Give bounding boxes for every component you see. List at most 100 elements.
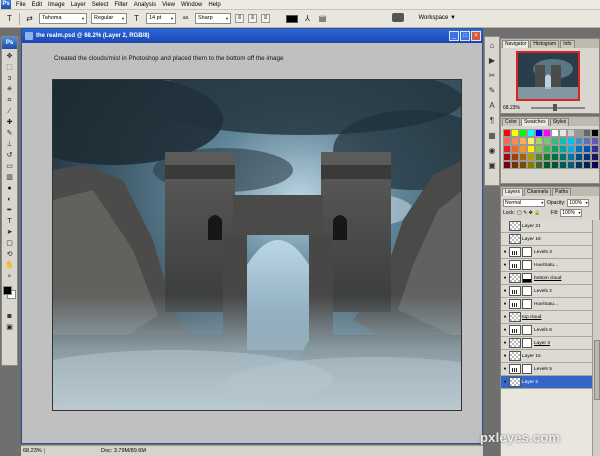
tab-info[interactable]: Info [560,40,575,48]
tool-presets-icon[interactable]: ✂ [485,69,499,82]
color-swatch[interactable] [519,129,527,137]
layer-mask-thumbnail[interactable] [522,286,532,296]
menu-view[interactable]: View [159,0,178,10]
color-swatch[interactable] [519,161,527,169]
menu-file[interactable]: File [13,0,29,10]
visibility-eye-icon[interactable]: ● [501,353,509,359]
history-brush-tool-icon[interactable]: ↺ [2,150,17,161]
layers-scrollbar-thumb[interactable] [594,340,600,400]
quick-mask-icon[interactable]: ◙ [2,311,17,322]
tab-styles[interactable]: Styles [549,118,570,126]
visibility-eye-icon[interactable]: ● [501,366,509,372]
zoom-slider-handle[interactable] [553,104,557,111]
layer-row[interactable]: ● Hue/Satu... [501,298,592,311]
hand-tool-icon[interactable]: ✋ [2,260,17,271]
visibility-eye-icon[interactable]: ● [501,275,509,281]
layer-row[interactable]: ● Levels 3 [501,246,592,259]
eraser-tool-icon[interactable]: ▭ [2,161,17,172]
layers-scrollbar[interactable] [592,220,600,456]
layer-mask-thumbnail[interactable] [522,247,532,257]
color-swatch[interactable] [503,137,511,145]
history-icon[interactable]: ⌂ [485,39,499,52]
visibility-eye-icon[interactable]: ● [501,262,509,268]
image-canvas[interactable] [52,79,462,411]
blur-tool-icon[interactable]: ● [2,183,17,194]
visibility-eye-icon[interactable]: ● [501,379,509,385]
color-swatch[interactable] [559,161,567,169]
color-swatch[interactable] [511,137,519,145]
visibility-eye-icon[interactable]: ● [501,288,509,294]
document-titlebar[interactable]: the realm.psd @ 68.2% (Layer 2, RGB/8) _… [22,29,482,43]
close-button[interactable]: × [471,31,481,41]
color-swatch[interactable] [535,129,543,137]
color-swatch[interactable] [551,129,559,137]
color-swatch[interactable] [543,145,551,153]
zoom-level[interactable]: 68.23% [21,448,45,454]
visibility-eye-icon[interactable]: ● [501,314,509,320]
text-color-swatch[interactable] [286,14,298,23]
color-swatch[interactable] [551,137,559,145]
color-swatch[interactable] [591,145,599,153]
layer-mask-thumbnail[interactable] [522,273,532,283]
color-swatch[interactable] [583,129,591,137]
font-family-select[interactable]: Tahoma [39,13,87,24]
color-swatch[interactable] [559,153,567,161]
color-swatch[interactable] [575,153,583,161]
antialias-select[interactable]: Sharp [195,13,231,24]
tab-swatches[interactable]: Swatches [520,118,549,126]
minimize-button[interactable]: _ [449,31,459,41]
actions-icon[interactable]: ▶ [485,54,499,67]
healing-brush-tool-icon[interactable]: ✚ [2,117,17,128]
align-right-icon[interactable]: ≡ [261,14,270,23]
crop-tool-icon[interactable]: ⌗ [2,95,17,106]
layer-mask-thumbnail[interactable] [522,299,532,309]
menu-help[interactable]: Help [205,0,223,10]
color-swatch[interactable] [583,145,591,153]
tab-layers[interactable]: Layers [502,188,524,196]
color-swatch[interactable] [535,153,543,161]
color-swatch[interactable] [559,145,567,153]
shape-tool-icon[interactable]: ▢ [2,238,17,249]
clone-source-icon[interactable]: ▦ [485,129,499,142]
layer-mask-thumbnail[interactable] [522,364,532,374]
fill-input[interactable]: 100% [560,209,583,217]
color-swatch[interactable] [583,153,591,161]
lock-icons[interactable]: ▢ ✎ ✥ 🔒 [517,210,541,216]
color-swatch[interactable] [575,145,583,153]
color-swatch[interactable] [567,161,575,169]
color-swatch[interactable] [527,137,535,145]
paragraph-icon[interactable]: ¶ [485,114,499,127]
color-swatch[interactable] [503,153,511,161]
menu-layer[interactable]: Layer [68,0,89,10]
visibility-eye-icon[interactable]: ● [501,249,509,255]
dodge-tool-icon[interactable]: ◐ [2,194,17,205]
visibility-eye-icon[interactable]: ● [501,340,509,346]
layer-row[interactable]: ● Layer 2 [501,376,592,389]
align-left-icon[interactable]: ≡ [235,14,244,23]
color-swatch[interactable] [567,129,575,137]
color-swatch[interactable] [519,145,527,153]
font-size-select[interactable]: 14 pt [146,13,176,24]
visibility-eye-icon[interactable]: ● [501,223,509,229]
color-swatch[interactable] [591,161,599,169]
color-swatch[interactable] [535,137,543,145]
navigator-preview[interactable] [516,51,580,101]
blend-mode-select[interactable]: Normal [503,199,545,207]
lasso-tool-icon[interactable]: ↄ [2,73,17,84]
color-swatch[interactable] [559,129,567,137]
color-swatch[interactable] [527,153,535,161]
3d-rotate-tool-icon[interactable]: ⟲ [2,249,17,260]
adjustments-icon[interactable]: ◉ [485,144,499,157]
tab-color[interactable]: Color [502,118,520,126]
color-swatch[interactable] [543,137,551,145]
color-swatch[interactable] [535,145,543,153]
brush-tool-icon[interactable]: ✎ [2,128,17,139]
layer-row[interactable]: ● Hue/Satu... [501,259,592,272]
tab-histogram[interactable]: Histogram [530,40,560,48]
color-swatch[interactable] [519,137,527,145]
marquee-tool-icon[interactable]: ⬚ [2,62,17,73]
color-swatch[interactable] [527,161,535,169]
color-swatch[interactable] [575,129,583,137]
eyedropper-tool-icon[interactable]: ⁄ [2,106,17,117]
layer-mask-thumbnail[interactable] [522,338,532,348]
